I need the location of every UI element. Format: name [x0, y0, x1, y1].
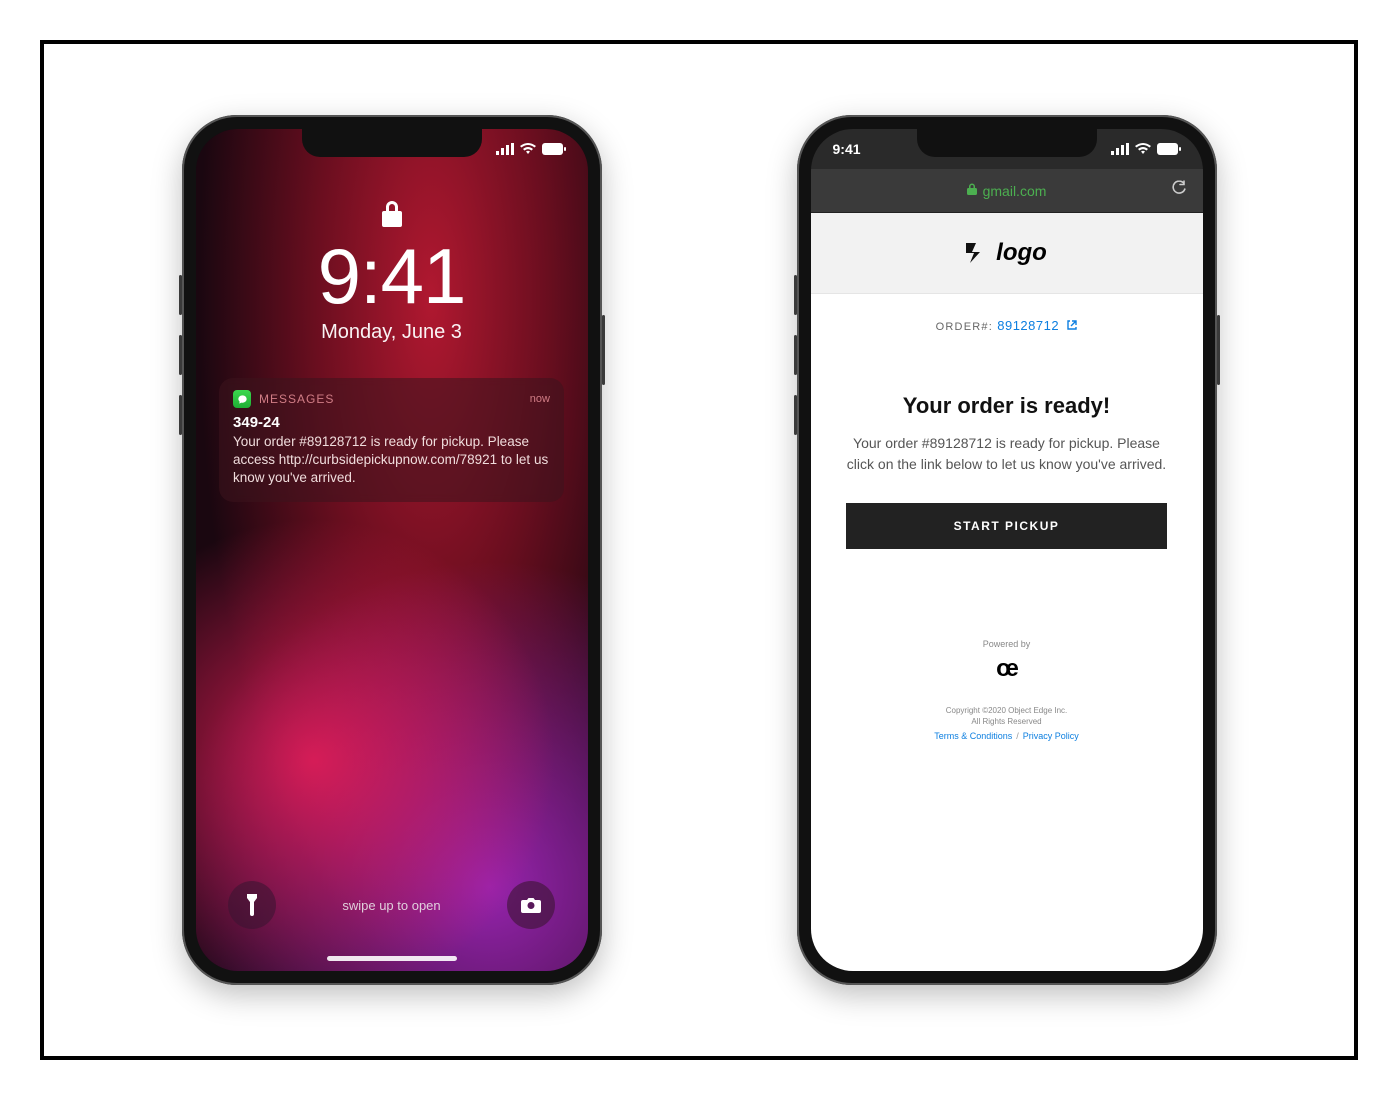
cellular-icon — [1111, 143, 1129, 155]
lockscreen-time: 9:41 — [318, 237, 466, 315]
phone-lockscreen: 9:41 Monday, June 3 MESSAGES now 349-24 … — [182, 115, 602, 985]
copyright-line-1: Copyright ©2020 Object Edge Inc. — [946, 705, 1068, 716]
phone-notch — [917, 129, 1097, 157]
logo-text: logo — [996, 239, 1047, 267]
brand-logo: logo — [966, 239, 1047, 267]
notification-header: MESSAGES now — [233, 390, 550, 408]
camera-icon — [521, 897, 541, 913]
privacy-link[interactable]: Privacy Policy — [1023, 731, 1079, 741]
logo-mark-icon — [966, 243, 988, 263]
legal-separator: / — [1016, 731, 1019, 741]
status-icons — [1111, 143, 1181, 155]
battery-icon — [542, 143, 566, 155]
email-body[interactable]: logo ORDER#: 89128712 Your order is read… — [811, 213, 1203, 971]
home-indicator[interactable] — [327, 956, 457, 961]
oe-logo: œ — [996, 655, 1017, 683]
status-time: 9:41 — [833, 141, 861, 157]
flashlight-button[interactable] — [228, 881, 276, 929]
url-lock-icon — [967, 183, 977, 198]
flashlight-icon — [243, 894, 261, 916]
copyright-line-2: All Rights Reserved — [946, 716, 1068, 727]
phone-email: 9:41 gmail.com — [797, 115, 1217, 985]
order-number-link[interactable]: 89128712 — [997, 318, 1059, 333]
copyright-text: Copyright ©2020 Object Edge Inc. All Rig… — [946, 705, 1068, 727]
notification-app-label: MESSAGES — [259, 392, 334, 406]
start-pickup-button[interactable]: START PICKUP — [846, 503, 1167, 549]
order-number-line: ORDER#: 89128712 — [936, 318, 1078, 333]
lock-icon — [380, 199, 404, 229]
browser-url-bar[interactable]: gmail.com — [811, 169, 1203, 213]
status-icons — [496, 143, 566, 155]
camera-button[interactable] — [507, 881, 555, 929]
external-link-icon — [1067, 321, 1077, 333]
powered-by-label: Powered by — [983, 639, 1031, 649]
mockup-container: 9:41 Monday, June 3 MESSAGES now 349-24 … — [40, 40, 1358, 1060]
battery-icon — [1157, 143, 1181, 155]
notification-sender: 349-24 — [233, 414, 550, 431]
notification-time-label: now — [530, 393, 550, 405]
url-text: gmail.com — [983, 183, 1047, 199]
refresh-button[interactable] — [1171, 180, 1187, 201]
email-body-text: Your order #89128712 is ready for pickup… — [846, 433, 1167, 475]
phone-notch — [302, 129, 482, 157]
email-logo-header: logo — [811, 213, 1203, 294]
notification-body: Your order #89128712 is ready for pickup… — [233, 433, 550, 488]
wifi-icon — [520, 143, 536, 155]
order-label: ORDER#: — [936, 321, 993, 333]
lockscreen-content: 9:41 Monday, June 3 MESSAGES now 349-24 … — [196, 129, 588, 971]
email-screen: 9:41 gmail.com — [811, 129, 1203, 971]
lockscreen-date: Monday, June 3 — [321, 321, 462, 344]
notification-card[interactable]: MESSAGES now 349-24 Your order #89128712… — [219, 378, 564, 502]
lockscreen-bottom-row: swipe up to open — [196, 881, 588, 929]
terms-link[interactable]: Terms & Conditions — [934, 731, 1012, 741]
messages-app-icon — [233, 390, 251, 408]
refresh-icon — [1171, 180, 1187, 196]
email-title: Your order is ready! — [903, 393, 1110, 419]
cellular-icon — [496, 143, 514, 155]
legal-links: Terms & Conditions / Privacy Policy — [934, 731, 1079, 741]
swipe-up-label: swipe up to open — [342, 898, 440, 913]
wifi-icon — [1135, 143, 1151, 155]
